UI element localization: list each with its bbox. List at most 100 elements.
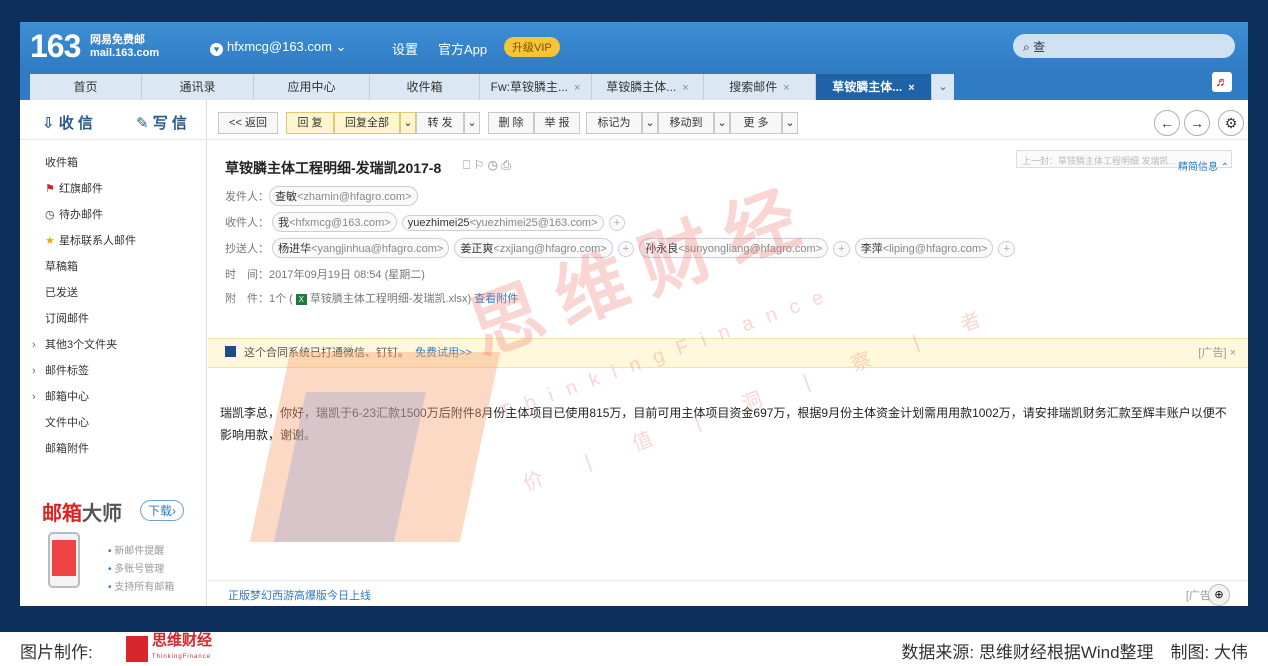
tab-app-center[interactable]: 应用中心	[254, 74, 370, 100]
logo-sub1: 网易免费邮	[90, 34, 145, 46]
search-input[interactable]: ⌕ 查	[1013, 34, 1235, 58]
cc-label: 抄送人：	[225, 243, 269, 255]
promo-feature-text: 新邮件提醒	[114, 546, 165, 557]
sidebar-item-label: 已发送	[45, 287, 78, 299]
recipient-chip[interactable]: yuezhimei25<yuezhimei25@163.com>	[401, 215, 604, 231]
mark-as-button[interactable]: 标记为	[586, 112, 642, 134]
next-arrow-icon[interactable]: →	[1184, 110, 1210, 136]
folder-icon: ◷	[45, 209, 55, 221]
sidebar-item[interactable]: 草稿箱	[20, 254, 206, 280]
ad-close-button[interactable]: [广告] ×	[1198, 339, 1236, 367]
reply-all-button[interactable]: 回复全部	[334, 112, 400, 134]
more-button[interactable]: 更 多	[730, 112, 782, 134]
nav-settings[interactable]: 设置	[392, 39, 418, 58]
sidebar-item[interactable]: › 其他3个文件夹	[20, 332, 206, 358]
account-email: hfxmcg@163.com	[227, 39, 332, 54]
tab-label: 通讯录	[179, 80, 216, 94]
reply-button[interactable]: 回 复	[286, 112, 334, 134]
sidebar-item-label: 草稿箱	[45, 261, 78, 273]
chevron-right-icon: ›	[32, 339, 36, 351]
music-icon[interactable]: ♬	[1212, 72, 1232, 92]
promo-feature-text: 多账号管理	[114, 564, 165, 575]
chevron-right-icon: ›	[32, 365, 36, 377]
chevron-down-icon[interactable]: ⌄	[642, 112, 658, 134]
close-icon[interactable]: ×	[783, 82, 789, 94]
promo-feature: • 多账号管理	[108, 564, 165, 575]
sidebar-item[interactable]: 邮箱附件	[20, 436, 206, 462]
tab-home[interactable]: 首页	[30, 74, 142, 100]
logo[interactable]: 163	[30, 28, 81, 65]
sidebar-item[interactable]: › 邮箱中心	[20, 384, 206, 410]
mail-toolbar: << 返回 回 复 回复全部 ⌄ 转 发 ⌄ 删 除 举 报 标记为 ⌄ 移动到…	[208, 100, 1248, 140]
delete-button[interactable]: 删 除	[488, 112, 534, 134]
promo-feature: • 新邮件提醒	[108, 546, 165, 557]
sidebar-item[interactable]: 文件中心	[20, 410, 206, 436]
upgrade-vip-button[interactable]: 升级VIP	[504, 37, 560, 57]
cc-name: 李萍	[860, 243, 883, 255]
tab-fw-email[interactable]: Fw:草铵膦主... ×	[480, 74, 592, 100]
sidebar-item[interactable]: 已发送	[20, 280, 206, 306]
attachment-filename[interactable]: 草铵膦主体工程明细-发瑞凯.xlsx	[310, 293, 468, 305]
sidebar-item[interactable]: ◷ 待办邮件	[20, 202, 206, 228]
folder-icon: ★	[45, 235, 55, 247]
sidebar-item[interactable]: ★ 星标联系人邮件	[20, 228, 206, 254]
chevron-right-icon: ›	[32, 391, 36, 403]
write-button[interactable]: ✎ 写 信	[136, 112, 187, 133]
prev-arrow-icon[interactable]: ←	[1154, 110, 1180, 136]
zoom-icon[interactable]: ⊕	[1208, 584, 1230, 606]
chevron-down-icon[interactable]: ⌄	[782, 112, 798, 134]
cc-name: 杨进华	[278, 243, 312, 255]
forward-button[interactable]: 转 发	[416, 112, 464, 134]
chevron-down-icon[interactable]: ⌄	[400, 112, 416, 134]
tab-contacts[interactable]: 通讯录	[142, 74, 254, 100]
sidebar-item-label: 订阅邮件	[45, 313, 89, 325]
search-icon: ⌕	[1023, 40, 1034, 54]
footer-ad-link[interactable]: 正版梦幻西游高爆版今日上线	[228, 590, 371, 602]
search-value: 查	[1033, 40, 1046, 54]
tab-search-mail[interactable]: 搜索邮件 ×	[704, 74, 816, 100]
sidebar-item[interactable]: ⚑ 红旗邮件	[20, 176, 206, 202]
logo-english: ThinkingFinance	[152, 654, 212, 660]
phone-icon	[48, 532, 80, 588]
folder-list: 收件箱 ⚑ 红旗邮件 ◷ 待办邮件 ★ 星标联系人邮件 草稿箱 已发送 订阅邮件 › 其他3个文件夹 ›…	[20, 140, 206, 462]
close-icon[interactable]: ×	[682, 82, 688, 94]
sender-chip[interactable]: 查敏<zhamin@hfagro.com>	[269, 186, 418, 206]
back-button[interactable]: << 返回	[218, 112, 278, 134]
from-label: 发件人：	[225, 191, 269, 203]
tab-inbox[interactable]: 收件箱	[370, 74, 480, 100]
tab-bar: 首页 通讯录 应用中心 收件箱 Fw:草铵膦主... × 草铵膦主体... × 搜索…	[20, 70, 1248, 100]
sidebar-item[interactable]: › 邮件标签	[20, 358, 206, 384]
sidebar-item[interactable]: 订阅邮件	[20, 306, 206, 332]
cc-chip[interactable]: 李萍<liping@hfagro.com>	[854, 238, 994, 258]
cc-chip[interactable]: 杨进华<yangjinhua@hfagro.com>	[272, 238, 450, 258]
close-icon[interactable]: ×	[574, 82, 580, 94]
receive-button[interactable]: ⇩ 收 信	[42, 112, 93, 133]
to-label: 收件人：	[225, 217, 269, 229]
sidebar-item[interactable]: 收件箱	[20, 150, 206, 176]
tab-overflow-button[interactable]: ⌄	[932, 74, 954, 100]
chevron-down-icon[interactable]: ⌄	[714, 112, 730, 134]
receive-icon: ⇩	[42, 115, 59, 132]
promo-feature-text: 支持所有邮箱	[114, 582, 175, 593]
add-contact-icon[interactable]: +	[833, 241, 850, 257]
tab-email-2[interactable]: 草铵膦主体... ×	[592, 74, 704, 100]
chevron-down-icon[interactable]: ⌄	[464, 112, 480, 134]
gear-icon[interactable]: ⚙	[1218, 110, 1244, 136]
close-icon[interactable]: ×	[908, 82, 914, 94]
tab-label: 首页	[73, 80, 98, 94]
to-row: 收件人： 我<hfxmcg@163.com> yuezhimei25<yuezh…	[225, 212, 627, 232]
tab-current-email[interactable]: 草铵膦主体... ×	[816, 74, 932, 100]
promo-download-button[interactable]: 下载›	[140, 500, 184, 521]
email-subject: 草铵膦主体工程明细-发瑞凯2017-8	[225, 160, 442, 176]
collapse-info-link[interactable]: 精简信息 ⌃	[1178, 158, 1229, 173]
nav-official-app[interactable]: 官方App	[438, 39, 487, 58]
subject-actions-icon[interactable]: ⎕ ⚐ ◷ ⎙	[463, 158, 511, 173]
report-button[interactable]: 举 报	[534, 112, 580, 134]
promo-title-a: 邮箱	[42, 503, 82, 525]
recipient-chip[interactable]: 我<hfxmcg@163.com>	[272, 212, 397, 232]
promo-title[interactable]: 邮箱大师	[42, 497, 122, 526]
add-contact-icon[interactable]: +	[998, 241, 1015, 257]
account-menu[interactable]: ♥ hfxmcg@163.com ⌄	[210, 39, 347, 56]
folder-icon: ⚑	[45, 183, 55, 195]
move-to-button[interactable]: 移动到	[658, 112, 714, 134]
